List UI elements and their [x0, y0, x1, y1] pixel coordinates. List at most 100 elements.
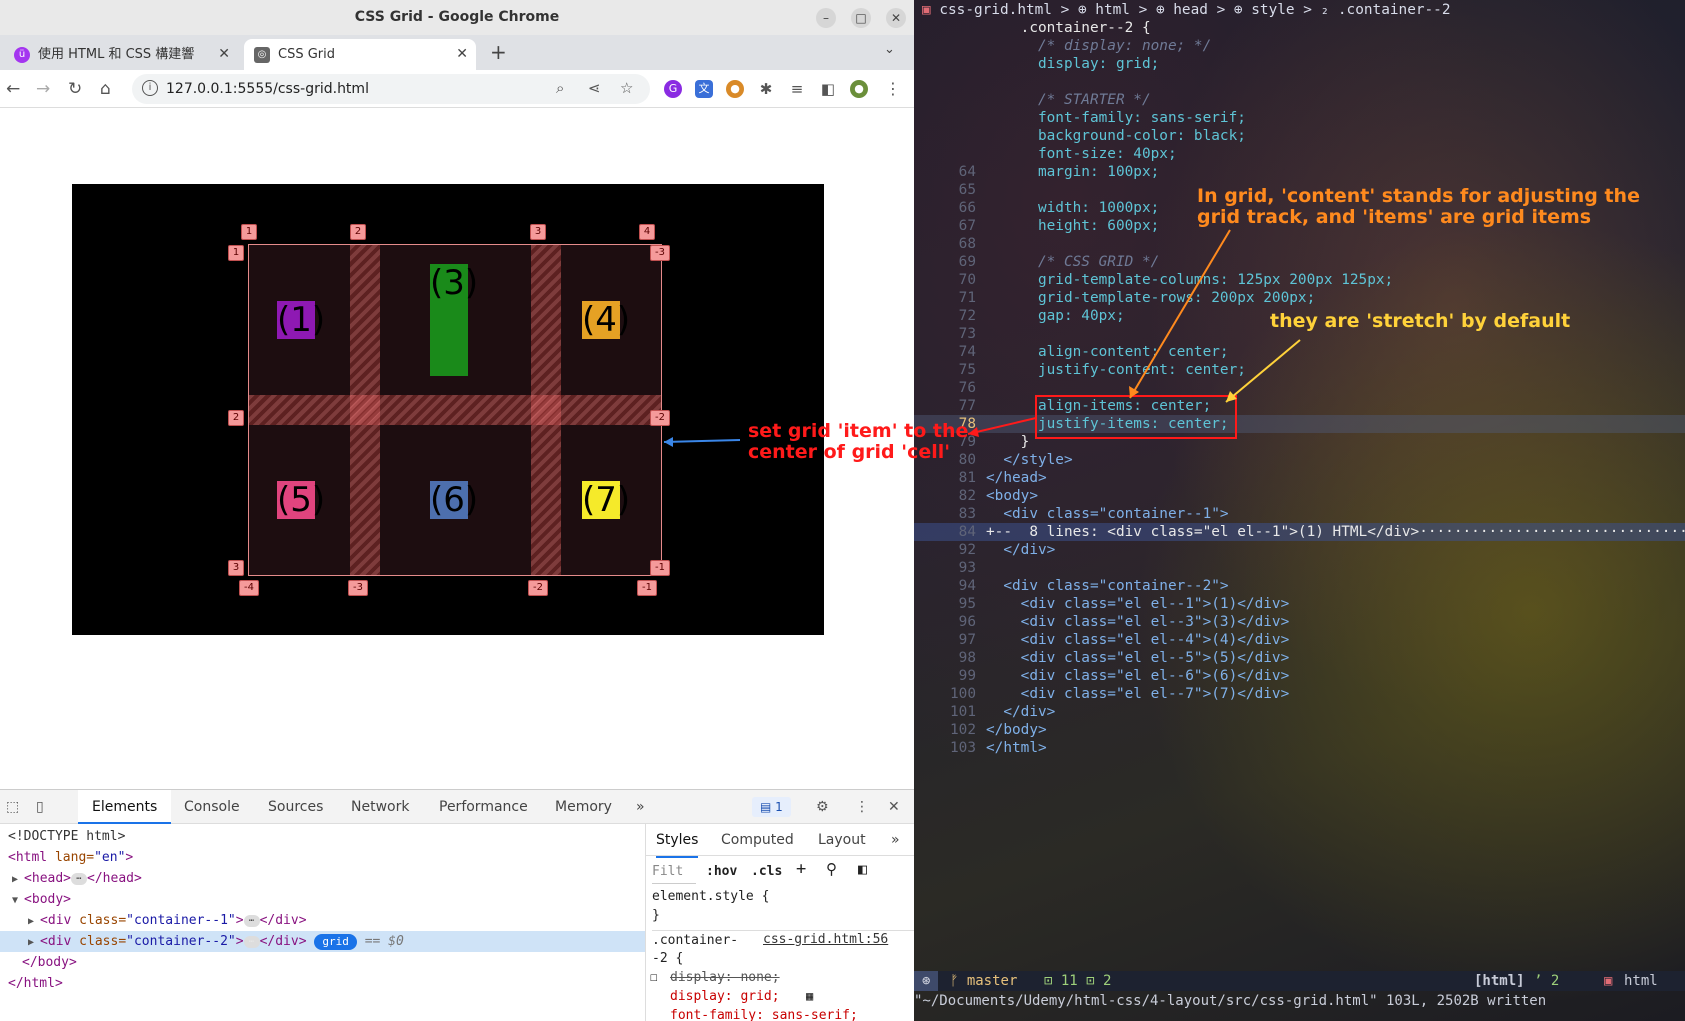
more-icon[interactable]: ⋮ — [855, 790, 869, 824]
decl-display-grid[interactable]: display: grid; — [670, 987, 780, 1006]
media-icon[interactable]: ≡ — [788, 80, 806, 98]
forward-icon[interactable]: → — [36, 79, 50, 99]
code-line[interactable]: 78 justify-items: center; — [914, 415, 1685, 433]
tab-memory[interactable]: Memory — [555, 790, 612, 824]
dom-node-container-2[interactable]: ▶ <div class="container--2"> ⋯ </div> grid… — [0, 931, 645, 952]
close-icon[interactable]: ✕ — [888, 790, 900, 824]
more-icon[interactable]: ⋮ — [884, 80, 902, 98]
address-bar[interactable]: i 127.0.0.1:5555/css-grid.html ⌕ ⋖ ☆ — [132, 74, 650, 104]
minimize-button[interactable]: – — [816, 8, 836, 28]
chevron-down-icon[interactable]: ⌄ — [884, 42, 895, 57]
grid-badge[interactable]: grid — [314, 933, 357, 950]
gear-icon[interactable]: ⚙ — [816, 790, 829, 824]
cookie-icon[interactable]: ● — [726, 80, 744, 98]
bookmark-star-icon[interactable]: ☆ — [620, 79, 633, 97]
code-line[interactable]: 64 margin: 100px; — [914, 163, 1685, 181]
code-line[interactable]: display: grid; — [914, 55, 1685, 73]
code-line[interactable]: 94 <div class="container--2"> — [914, 577, 1685, 595]
tab-sources[interactable]: Sources — [268, 790, 323, 824]
home-icon[interactable]: ⌂ — [100, 79, 111, 99]
code-line[interactable]: /* STARTER */ — [914, 91, 1685, 109]
tab-computed[interactable]: Computed — [721, 824, 794, 856]
command-line[interactable]: "~/Documents/Udemy/html-css/4-layout/src… — [914, 991, 1685, 1011]
code-line[interactable]: 75 justify-content: center; — [914, 361, 1685, 379]
puzzle-icon[interactable]: ✱ — [757, 80, 775, 98]
code-line[interactable]: 68 — [914, 235, 1685, 253]
code-line[interactable]: font-family: sans-serif; — [914, 109, 1685, 127]
share-icon[interactable]: ⋖ — [588, 79, 601, 97]
info-icon[interactable]: i — [142, 80, 158, 96]
zoom-icon[interactable]: ⌕ — [556, 79, 564, 97]
dom-node-html-close[interactable]: </html> — [0, 973, 645, 994]
code-line[interactable]: 98 <div class="el el--5">(5)</div> — [914, 649, 1685, 667]
code-line[interactable]: 76 — [914, 379, 1685, 397]
code-line[interactable] — [914, 73, 1685, 91]
code-line[interactable]: 83 <div class="container--1"> — [914, 505, 1685, 523]
code-line[interactable]: 79 } — [914, 433, 1685, 451]
code-line[interactable]: 92 </div> — [914, 541, 1685, 559]
hov-toggle[interactable]: :hov — [706, 862, 737, 881]
tab-styles[interactable]: Styles — [656, 824, 699, 858]
tab-udemy[interactable]: ü 使用 HTML 和 CSS 構建響 ✕ — [4, 39, 238, 70]
extension-1-icon[interactable]: G — [664, 80, 682, 98]
decl-font-family[interactable]: font-family: sans-serif; — [670, 1006, 858, 1021]
maximize-button[interactable]: □ — [851, 8, 871, 28]
vim-editor[interactable]: ▣ css-grid.html > ⊕ html > ⊕ head > ⊕ st… — [914, 0, 1685, 1021]
code-line[interactable]: 84 +-- 8 lines: <div class="el el--1">(1)… — [914, 523, 1685, 541]
dom-node-doctype[interactable]: <!DOCTYPE html> — [0, 826, 645, 847]
code-line[interactable]: background-color: black; — [914, 127, 1685, 145]
code-line[interactable]: 100 <div class="el el--7">(7)</div> — [914, 685, 1685, 703]
add-rule-icon[interactable]: + — [796, 860, 806, 879]
close-window-button[interactable]: ✕ — [886, 8, 906, 28]
code-line[interactable]: 74 align-content: center; — [914, 343, 1685, 361]
styles-filter-input[interactable]: Filt — [652, 862, 696, 884]
cls-toggle[interactable]: .cls — [751, 862, 782, 881]
code-line[interactable]: 102 </body> — [914, 721, 1685, 739]
code-line[interactable]: .container--2 { — [914, 19, 1685, 37]
code-line[interactable]: 103 </html> — [914, 739, 1685, 757]
code-line[interactable]: 71 grid-template-rows: 200px 200px; — [914, 289, 1685, 307]
tab-network[interactable]: Network — [351, 790, 409, 824]
dom-node-container-1[interactable]: ▶ <div class="container--1"> ⋯ </div> — [0, 910, 645, 931]
code-line[interactable]: 96 <div class="el el--3">(3)</div> — [914, 613, 1685, 631]
dom-node-head[interactable]: ▶ <head> ⋯ </head> — [0, 868, 645, 889]
element-style-rule[interactable]: element.style { — [652, 887, 769, 906]
inspect-icon[interactable]: ⬚ — [6, 790, 19, 824]
tab-console[interactable]: Console — [184, 790, 240, 824]
new-tab-button[interactable]: + — [490, 40, 507, 64]
close-icon[interactable]: ✕ — [214, 39, 230, 70]
code-line[interactable]: 77 align-items: center; — [914, 397, 1685, 415]
reload-icon[interactable]: ↻ — [68, 79, 82, 99]
more-tabs-icon[interactable]: » — [636, 790, 645, 824]
code-line[interactable]: 101 </div> — [914, 703, 1685, 721]
dom-node-body-close[interactable]: </body> — [0, 952, 645, 973]
side-panel-icon[interactable]: ◧ — [819, 80, 837, 98]
issues-badge[interactable]: ▤ 1 — [752, 797, 791, 817]
code-line[interactable]: 99 <div class="el el--6">(6)</div> — [914, 667, 1685, 685]
grid-editor-icon[interactable]: ▦ — [806, 987, 813, 1006]
more-tabs-icon[interactable]: » — [891, 824, 900, 856]
tab-layout[interactable]: Layout — [818, 824, 866, 856]
code-line[interactable]: /* display: none; */ — [914, 37, 1685, 55]
tab-performance[interactable]: Performance — [439, 790, 528, 824]
dom-node-html[interactable]: <html lang="en"> — [0, 847, 645, 868]
code-line[interactable]: 93 — [914, 559, 1685, 577]
tab-elements[interactable]: Elements — [78, 790, 172, 824]
paint-icon[interactable]: ⚲ — [826, 860, 837, 879]
code-line[interactable]: 70 grid-template-columns: 125px 200px 12… — [914, 271, 1685, 289]
avatar[interactable]: ● — [850, 80, 868, 98]
back-icon[interactable]: ← — [6, 79, 20, 99]
decl-checkbox[interactable]: ☐ — [650, 968, 658, 987]
code-line[interactable]: 81 </head> — [914, 469, 1685, 487]
code-line[interactable]: 97 <div class="el el--4">(4)</div> — [914, 631, 1685, 649]
code-line[interactable]: font-size: 40px; — [914, 145, 1685, 163]
device-toolbar-icon[interactable]: ▯ — [36, 790, 44, 824]
sidebar-toggle-icon[interactable]: ◧ — [858, 860, 867, 879]
code-line[interactable]: 82 <body> — [914, 487, 1685, 505]
code-line[interactable]: 80 </style> — [914, 451, 1685, 469]
code-line[interactable]: 69 /* CSS GRID */ — [914, 253, 1685, 271]
tab-css-grid[interactable]: ◎ CSS Grid ✕ — [244, 39, 476, 70]
decl-display-none[interactable]: display: none; — [670, 968, 780, 987]
translate-icon[interactable]: 文 — [695, 80, 713, 98]
code-line[interactable]: 95 <div class="el el--1">(1)</div> — [914, 595, 1685, 613]
